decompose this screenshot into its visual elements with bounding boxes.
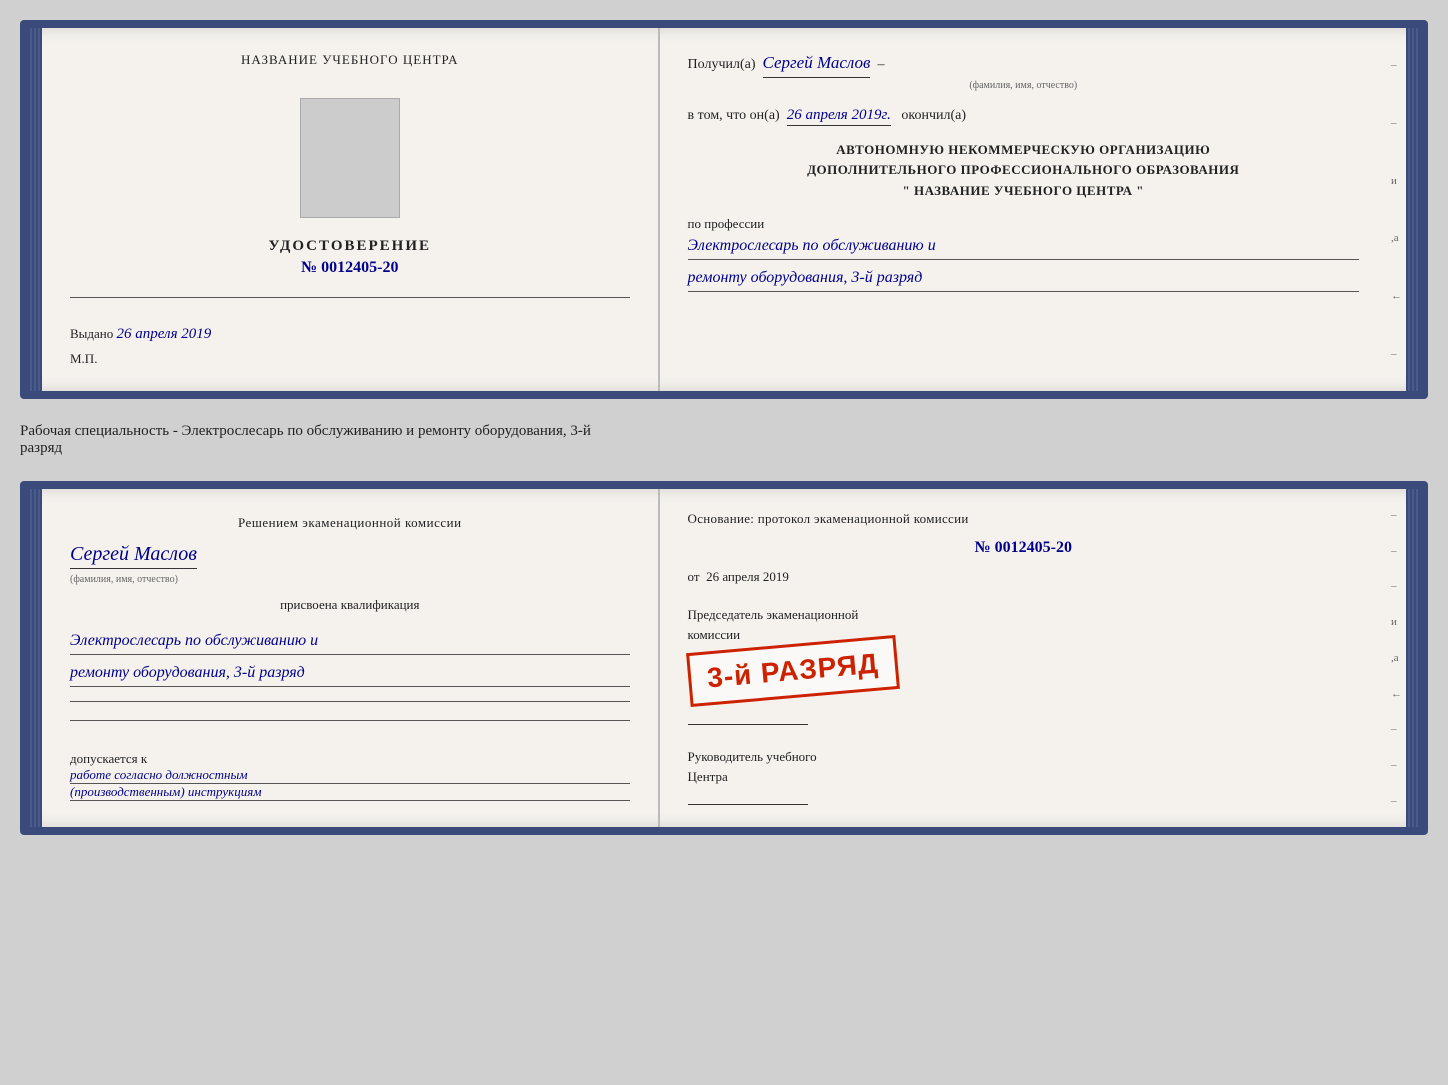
udostoverenie-label: УДОСТОВЕРЕНИЕ <box>269 238 432 255</box>
kvalif-label: присвоена квалификация <box>70 597 630 613</box>
fio-label: (фамилия, имя, отчество) <box>688 78 1359 93</box>
rukov-label: Руководитель учебного Центра <box>688 747 1359 786</box>
kvalif-line2: ремонту оборудования, 3-й разряд <box>70 659 630 687</box>
issued-date: 26 апреля 2019 <box>117 326 212 342</box>
date-prefix: в том, что он(а) <box>688 108 780 123</box>
mp-label: М.П. <box>70 351 97 367</box>
org-line2: ДОПОЛНИТЕЛЬНОГО ПРОФЕССИОНАЛЬНОГО ОБРАЗО… <box>688 160 1359 181</box>
profession-line2: ремонту оборудования, 3-й разряд <box>688 264 1359 292</box>
osnov-date: от 26 апреля 2019 <box>688 569 1359 585</box>
top-doc-spine-left <box>28 28 42 391</box>
signature-line-rukov <box>688 804 808 805</box>
org-line1: АВТОНОМНУЮ НЕКОММЕРЧЕСКУЮ ОРГАНИЗАЦИЮ <box>688 140 1359 161</box>
person-fio-label: (фамилия, имя, отчество) <box>70 574 178 585</box>
date-line: в том, что он(а) 26 апреля 2019г. окончи… <box>688 107 1359 126</box>
bottom-divider1 <box>70 701 630 702</box>
top-document: НАЗВАНИЕ УЧЕБНОГО ЦЕНТРА УДОСТОВЕРЕНИЕ №… <box>20 20 1428 399</box>
top-doc-spine-right <box>1406 28 1420 391</box>
osnov-date-prefix: от <box>688 569 700 584</box>
org-block: АВТОНОМНУЮ НЕКОММЕРЧЕСКУЮ ОРГАНИЗАЦИЮ ДО… <box>688 140 1359 202</box>
bottom-document: Решением экаменационной комиссии Сергей … <box>20 481 1428 835</box>
kvalif-line1: Электрослесарь по обслуживанию и <box>70 627 630 655</box>
udostoverenie-block: УДОСТОВЕРЕНИЕ № 0012405-20 <box>269 238 432 277</box>
cert-photo <box>300 98 400 218</box>
page-container: НАЗВАНИЕ УЧЕБНОГО ЦЕНТРА УДОСТОВЕРЕНИЕ №… <box>20 20 1428 835</box>
bottom-divider2 <box>70 720 630 721</box>
issued-line: Выдано 26 апреля 2019 <box>70 326 630 343</box>
predsedatel-label: Председатель экаменационной комиссии <box>688 605 1359 644</box>
top-doc-left-panel: НАЗВАНИЕ УЧЕБНОГО ЦЕНТРА УДОСТОВЕРЕНИЕ №… <box>42 28 660 391</box>
predsedatel-label-text: Председатель экаменационной <box>688 607 859 622</box>
bottom-doc-right-panel: Основание: протокол экаменационной комис… <box>660 489 1387 827</box>
org-line3: " НАЗВАНИЕ УЧЕБНОГО ЦЕНТРА " <box>688 181 1359 202</box>
recipient-name: Сергей Маслов <box>763 50 871 78</box>
allowed-text: работе согласно должностным <box>70 767 630 784</box>
bottom-doc-left-panel: Решением экаменационной комиссии Сергей … <box>42 489 660 827</box>
date-value: 26 апреля 2019г. <box>787 107 891 126</box>
profession-label: по профессии <box>688 216 1359 232</box>
top-doc-right-panel: Получил(а) Сергей Маслов – (фамилия, имя… <box>660 28 1387 391</box>
kvalif-handwritten: Электрослесарь по обслуживанию и ремонту… <box>70 627 630 687</box>
allowed-line: допускается к работе согласно должностны… <box>70 751 630 801</box>
bottom-right-edge-marks: – – – и ,а ← – – – <box>1387 489 1406 827</box>
commission-title: Решением экаменационной комиссии <box>70 513 630 533</box>
allowed-text2: (производственным) инструкциям <box>70 784 630 801</box>
cert-number: № 0012405-20 <box>269 259 432 277</box>
top-training-center-title: НАЗВАНИЕ УЧЕБНОГО ЦЕНТРА <box>241 52 458 68</box>
person-name-block: Сергей Маслов (фамилия, имя, отчество) <box>70 543 630 587</box>
osnov-date-value: 26 апреля 2019 <box>706 569 789 584</box>
right-edge-marks: – – и ,а ← – <box>1387 28 1406 391</box>
profession-line1: Электрослесарь по обслуживанию и <box>688 232 1359 260</box>
signature-line-chairman <box>688 724 808 725</box>
stamp: 3-й РАЗРЯД <box>686 635 900 707</box>
stamp-block: Председатель экаменационной комиссии 3-й… <box>688 605 1359 698</box>
predsedatel-label2: комиссии <box>688 627 741 642</box>
divider-line <box>70 297 630 298</box>
osnov-number: № 0012405-20 <box>688 539 1359 557</box>
received-prefix: Получил(а) <box>688 57 756 72</box>
osnov-label: Основание: протокол экаменационной комис… <box>688 511 1359 527</box>
middle-specialty-text: Рабочая специальность - Электрослесарь п… <box>20 417 1428 463</box>
rukov-label-text: Руководитель учебного <box>688 749 817 764</box>
recipient-line: Получил(а) Сергей Маслов – (фамилия, имя… <box>688 50 1359 93</box>
bottom-doc-spine-right <box>1406 489 1420 827</box>
bottom-doc-spine-left <box>28 489 42 827</box>
profession-block: по профессии Электрослесарь по обслужива… <box>688 216 1359 292</box>
rukov-label2: Центра <box>688 769 728 784</box>
issued-label: Выдано <box>70 326 113 341</box>
person-name: Сергей Маслов <box>70 543 197 569</box>
date-suffix: окончил(а) <box>901 108 966 123</box>
allowed-label: допускается к <box>70 751 147 766</box>
